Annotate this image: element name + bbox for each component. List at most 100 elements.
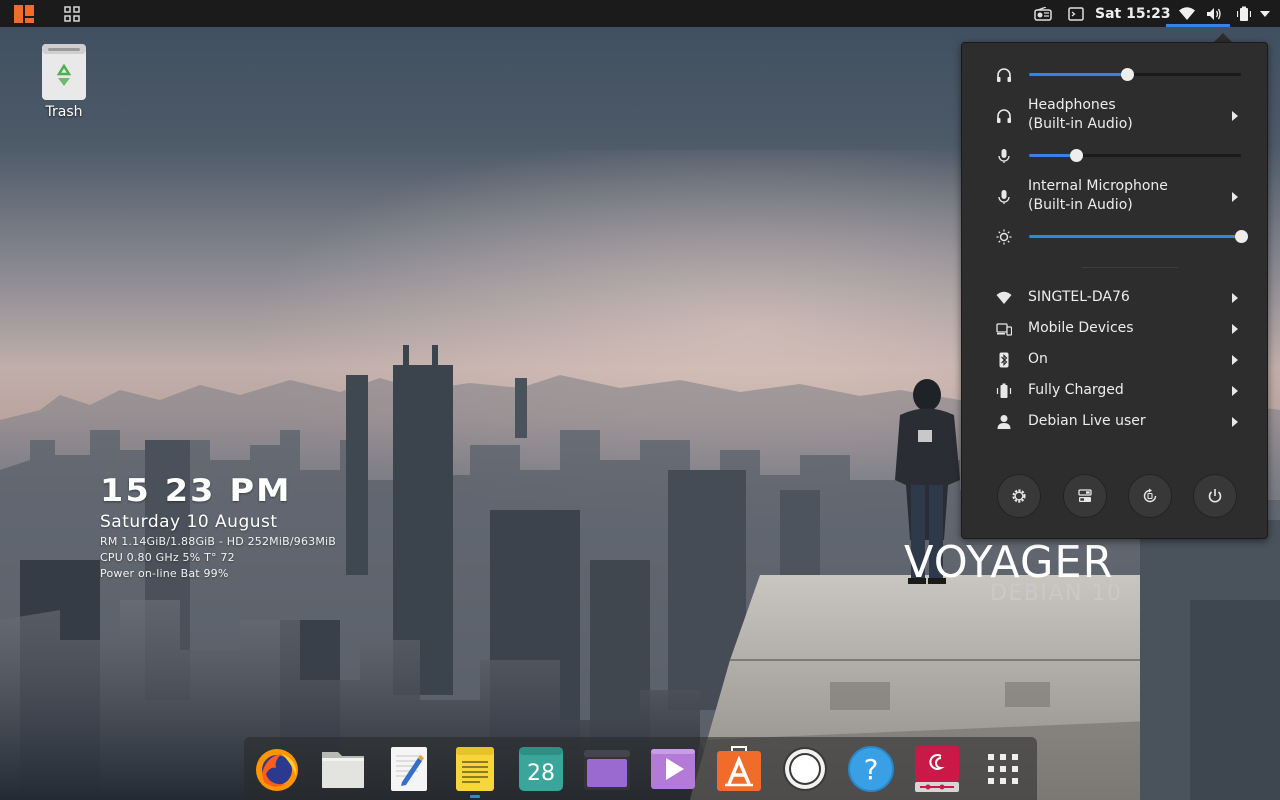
show-applications-button[interactable]: [978, 744, 1028, 794]
settings-button[interactable]: [997, 474, 1041, 518]
chevron-right-icon: [1232, 324, 1238, 334]
chevron-right-icon: [1232, 293, 1238, 303]
topbar-clock[interactable]: Sat 15:23: [1095, 0, 1171, 27]
output-device-type: (Built-in Audio): [1028, 116, 1133, 132]
microphone-slider-knob[interactable]: [1069, 149, 1083, 162]
conky-memory: RM 1.14GiB/1.88GiB - HD 252MiB/963MiB: [100, 535, 337, 548]
microphone-icon: [998, 149, 1010, 163]
bluetooth-icon: [999, 352, 1009, 368]
software-launcher[interactable]: [714, 744, 764, 794]
chevron-right-icon: [1232, 355, 1238, 365]
trash-label: Trash: [45, 104, 83, 120]
firefox-launcher[interactable]: [252, 744, 302, 794]
help-launcher[interactable]: ?: [846, 744, 896, 794]
chevron-right-icon: [1232, 192, 1238, 202]
wifi-menu-item[interactable]: SINGTEL-DA76: [962, 288, 1267, 308]
power-icon: [1208, 489, 1222, 503]
battery-icon[interactable]: [1237, 0, 1251, 27]
debian-installer-icon: [915, 746, 959, 792]
calendar-launcher[interactable]: 28: [516, 744, 566, 794]
mobile-devices-label: Mobile Devices: [1028, 320, 1134, 336]
firefox-icon: [256, 749, 298, 791]
brightness-icon: [996, 229, 1012, 245]
system-menu-active-indicator: [1166, 24, 1230, 27]
input-device-item[interactable]: Internal Microphone (Built-in Audio): [962, 177, 1267, 217]
volume-slider-fill: [1029, 73, 1127, 76]
conky-time: 15 23 PM: [100, 473, 292, 509]
files-launcher[interactable]: [318, 744, 368, 794]
debian-installer-launcher[interactable]: [912, 744, 962, 794]
volume-row: [962, 65, 1267, 85]
bluetooth-menu-item[interactable]: On: [962, 350, 1267, 370]
videos-icon: [651, 749, 695, 789]
conky-date: Saturday 10 August: [100, 512, 278, 532]
screenshot-icon: [584, 750, 630, 790]
brightness-slider[interactable]: [1029, 230, 1248, 243]
volume-slider-knob[interactable]: [1120, 68, 1134, 81]
headphones-icon: [997, 109, 1011, 123]
files-icon: [322, 752, 364, 788]
app-grid-icon: [988, 754, 1018, 784]
tweaks-button[interactable]: [1063, 474, 1107, 518]
activities-logo-icon[interactable]: [14, 0, 34, 27]
volume-icon[interactable]: [1206, 0, 1222, 27]
cheese-launcher[interactable]: [780, 744, 830, 794]
volume-slider[interactable]: [1029, 68, 1241, 81]
text-editor-launcher[interactable]: [384, 744, 434, 794]
user-icon: [997, 415, 1011, 429]
input-device-name: Internal Microphone: [1028, 178, 1168, 194]
wifi-icon: [996, 291, 1012, 304]
battery-status-label: Fully Charged: [1028, 382, 1124, 398]
top-bar: Sat 15:23: [0, 0, 1280, 27]
microphone-slider[interactable]: [1029, 149, 1241, 162]
screen-rotation-icon: [1143, 488, 1157, 503]
app-grid-icon[interactable]: [64, 0, 80, 27]
headphones-icon: [997, 68, 1011, 82]
software-icon: [717, 746, 761, 791]
notes-launcher[interactable]: [450, 744, 500, 794]
videos-launcher[interactable]: [648, 744, 698, 794]
screenshot-launcher[interactable]: [582, 744, 632, 794]
conky-widget: 15 23 PM Saturday 10 August RM 1.14GiB/1…: [100, 474, 336, 580]
mobile-devices-menu-item[interactable]: Mobile Devices: [962, 319, 1267, 339]
brightness-slider-knob[interactable]: [1235, 230, 1248, 243]
input-device-type: (Built-in Audio): [1028, 197, 1133, 213]
calendar-icon: 28: [519, 747, 563, 791]
tweaks-icon: [1078, 489, 1092, 502]
system-menu: Headphones (Built-in Audio) Internal Mic…: [961, 42, 1268, 539]
brightness-row: [962, 227, 1267, 247]
microphone-row: [962, 146, 1267, 166]
wifi-network-label: SINGTEL-DA76: [1028, 289, 1130, 305]
chevron-right-icon: [1232, 386, 1238, 396]
text-editor-icon: [391, 747, 427, 791]
running-app-indicator: [470, 795, 480, 798]
conky-cpu: CPU 0.80 GHz 5% T° 72: [100, 551, 235, 564]
chevron-right-icon: [1232, 417, 1238, 427]
notes-icon: [456, 747, 494, 791]
output-device-name: Headphones: [1028, 97, 1116, 113]
output-device-item[interactable]: Headphones (Built-in Audio): [962, 96, 1267, 136]
microphone-slider-fill: [1029, 154, 1076, 157]
mobile-devices-icon: [996, 323, 1012, 336]
power-button[interactable]: [1193, 474, 1237, 518]
screen-rotation-button[interactable]: [1128, 474, 1172, 518]
battery-icon: [996, 383, 1012, 398]
dropdown-arrow-icon[interactable]: [1260, 0, 1270, 27]
terminal-icon[interactable]: [1068, 0, 1084, 27]
cheese-icon: [783, 747, 827, 791]
settings-icon: [1012, 489, 1026, 503]
user-name-label: Debian Live user: [1028, 413, 1146, 429]
wifi-icon[interactable]: [1179, 0, 1195, 27]
bluetooth-status-label: On: [1028, 351, 1048, 367]
calendar-day: 28: [527, 761, 555, 786]
battery-menu-item[interactable]: Fully Charged: [962, 381, 1267, 401]
svg-text:?: ?: [864, 753, 879, 786]
help-icon: ?: [848, 746, 894, 792]
brand-subtitle: DEBIAN 10: [990, 581, 1123, 606]
media-icon[interactable]: [1034, 0, 1052, 27]
trash-icon[interactable]: [40, 44, 88, 104]
conky-power: Power on-line Bat 99%: [100, 567, 229, 580]
user-menu-item[interactable]: Debian Live user: [962, 412, 1267, 432]
menu-separator: [1082, 267, 1178, 268]
microphone-icon: [998, 190, 1010, 204]
